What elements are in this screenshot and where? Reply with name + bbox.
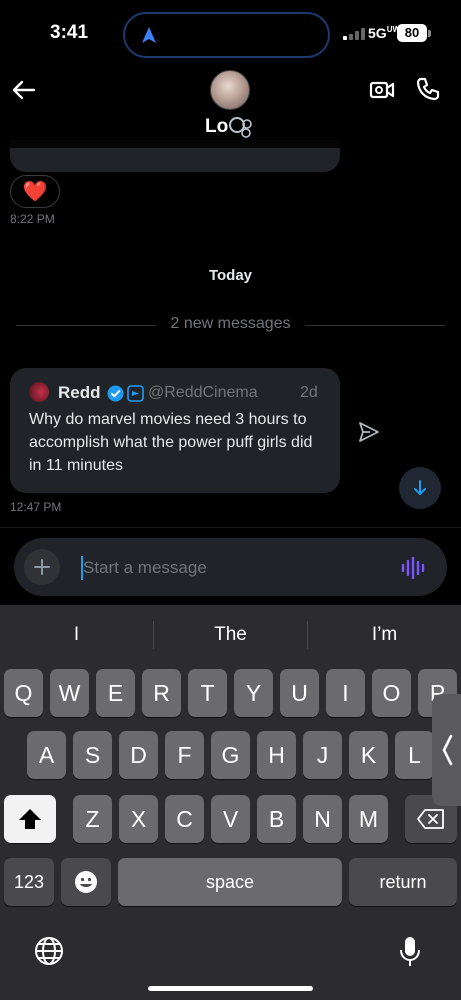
navigation-arrow-icon [142,27,156,43]
message-composer [14,538,447,596]
phone-icon[interactable] [414,75,442,103]
predictive-bar: I The I’m [0,605,461,665]
dynamic-island [123,12,330,58]
key-u[interactable]: U [280,669,319,717]
suggestion[interactable]: The [154,605,307,665]
attach-button[interactable] [24,549,60,585]
key-m[interactable]: M [349,795,388,843]
key-t[interactable]: T [188,669,227,717]
chevron-left-icon [442,734,453,766]
key-s[interactable]: S [73,731,112,779]
contact-name[interactable]: Lo [205,116,228,138]
key-g[interactable]: G [211,731,250,779]
suggestion[interactable]: I’m [308,605,461,665]
emoji-icon [75,871,97,893]
key-e[interactable]: E [96,669,135,717]
status-time: 3:41 [50,22,89,43]
arrow-down-icon [414,480,426,495]
key-j[interactable]: J [303,731,342,779]
post-author-name: Redd [58,383,101,402]
chat-header: Lo [0,64,461,148]
return-key[interactable]: return [349,858,457,906]
status-bar: 3:41 5GUW 80 [0,0,461,64]
bubbles-emoji-icon [229,117,252,138]
key-l[interactable]: L [395,731,434,779]
globe-icon[interactable] [33,935,65,967]
battery-icon: 80 [397,24,427,42]
post-age: 2d [300,384,318,401]
post-author-avatar [29,382,49,402]
message-timestamp: 12:47 PM [10,500,62,514]
key-c[interactable]: C [165,795,204,843]
space-key[interactable]: space [118,858,342,906]
day-separator: Today [208,267,253,284]
microphone-icon[interactable] [398,935,422,969]
network-type: 5GUW [368,25,400,41]
key-h[interactable]: H [257,731,296,779]
post-author-handle: @ReddCinema [148,384,258,401]
voice-message-icon[interactable] [400,555,426,581]
divider-right [305,325,445,326]
key-b[interactable]: B [257,795,296,843]
verified-badge-icon [107,385,124,402]
key-o[interactable]: O [372,669,411,717]
video-call-icon[interactable] [368,76,396,104]
battery-tip [428,30,431,37]
key-z[interactable]: Z [73,795,112,843]
key-q[interactable]: Q [4,669,43,717]
backspace-icon [417,809,444,829]
keyboard: I The I’m Q W E R T Y U I O P A S D F G … [0,605,461,1000]
shared-post-card[interactable]: Redd @ReddCinema 2d Why do marvel movies… [10,368,340,493]
new-messages-label: 2 new messages [170,315,291,332]
home-indicator[interactable] [148,986,313,991]
shift-icon [19,809,41,829]
key-k[interactable]: K [349,731,388,779]
numbers-key[interactable]: 123 [4,858,54,906]
plus-icon [34,559,50,575]
contact-avatar[interactable] [210,70,250,110]
key-v[interactable]: V [211,795,250,843]
emoji-key[interactable] [61,858,111,906]
suggestion[interactable]: I [0,605,153,665]
shift-key[interactable] [4,795,56,843]
key-n[interactable]: N [303,795,342,843]
cursor-handle[interactable] [432,694,461,806]
network-label: 5G [368,25,387,41]
message-timestamp: 8:22 PM [10,212,55,226]
back-arrow-icon[interactable] [10,76,38,104]
key-y[interactable]: Y [234,669,273,717]
key-x[interactable]: X [119,795,158,843]
message-input[interactable] [83,555,383,581]
composer-separator [0,527,461,528]
post-text: Why do marvel movies need 3 hours to acc… [29,411,313,474]
key-d[interactable]: D [119,731,158,779]
key-i[interactable]: I [326,669,365,717]
share-icon[interactable] [357,420,381,444]
scroll-to-bottom-button[interactable] [399,467,441,509]
key-r[interactable]: R [142,669,181,717]
key-w[interactable]: W [50,669,89,717]
key-f[interactable]: F [165,731,204,779]
heart-reaction[interactable]: ❤️ [10,175,60,208]
key-a[interactable]: A [27,731,66,779]
affiliate-badge-icon [127,385,144,402]
signal-icon [343,28,365,40]
